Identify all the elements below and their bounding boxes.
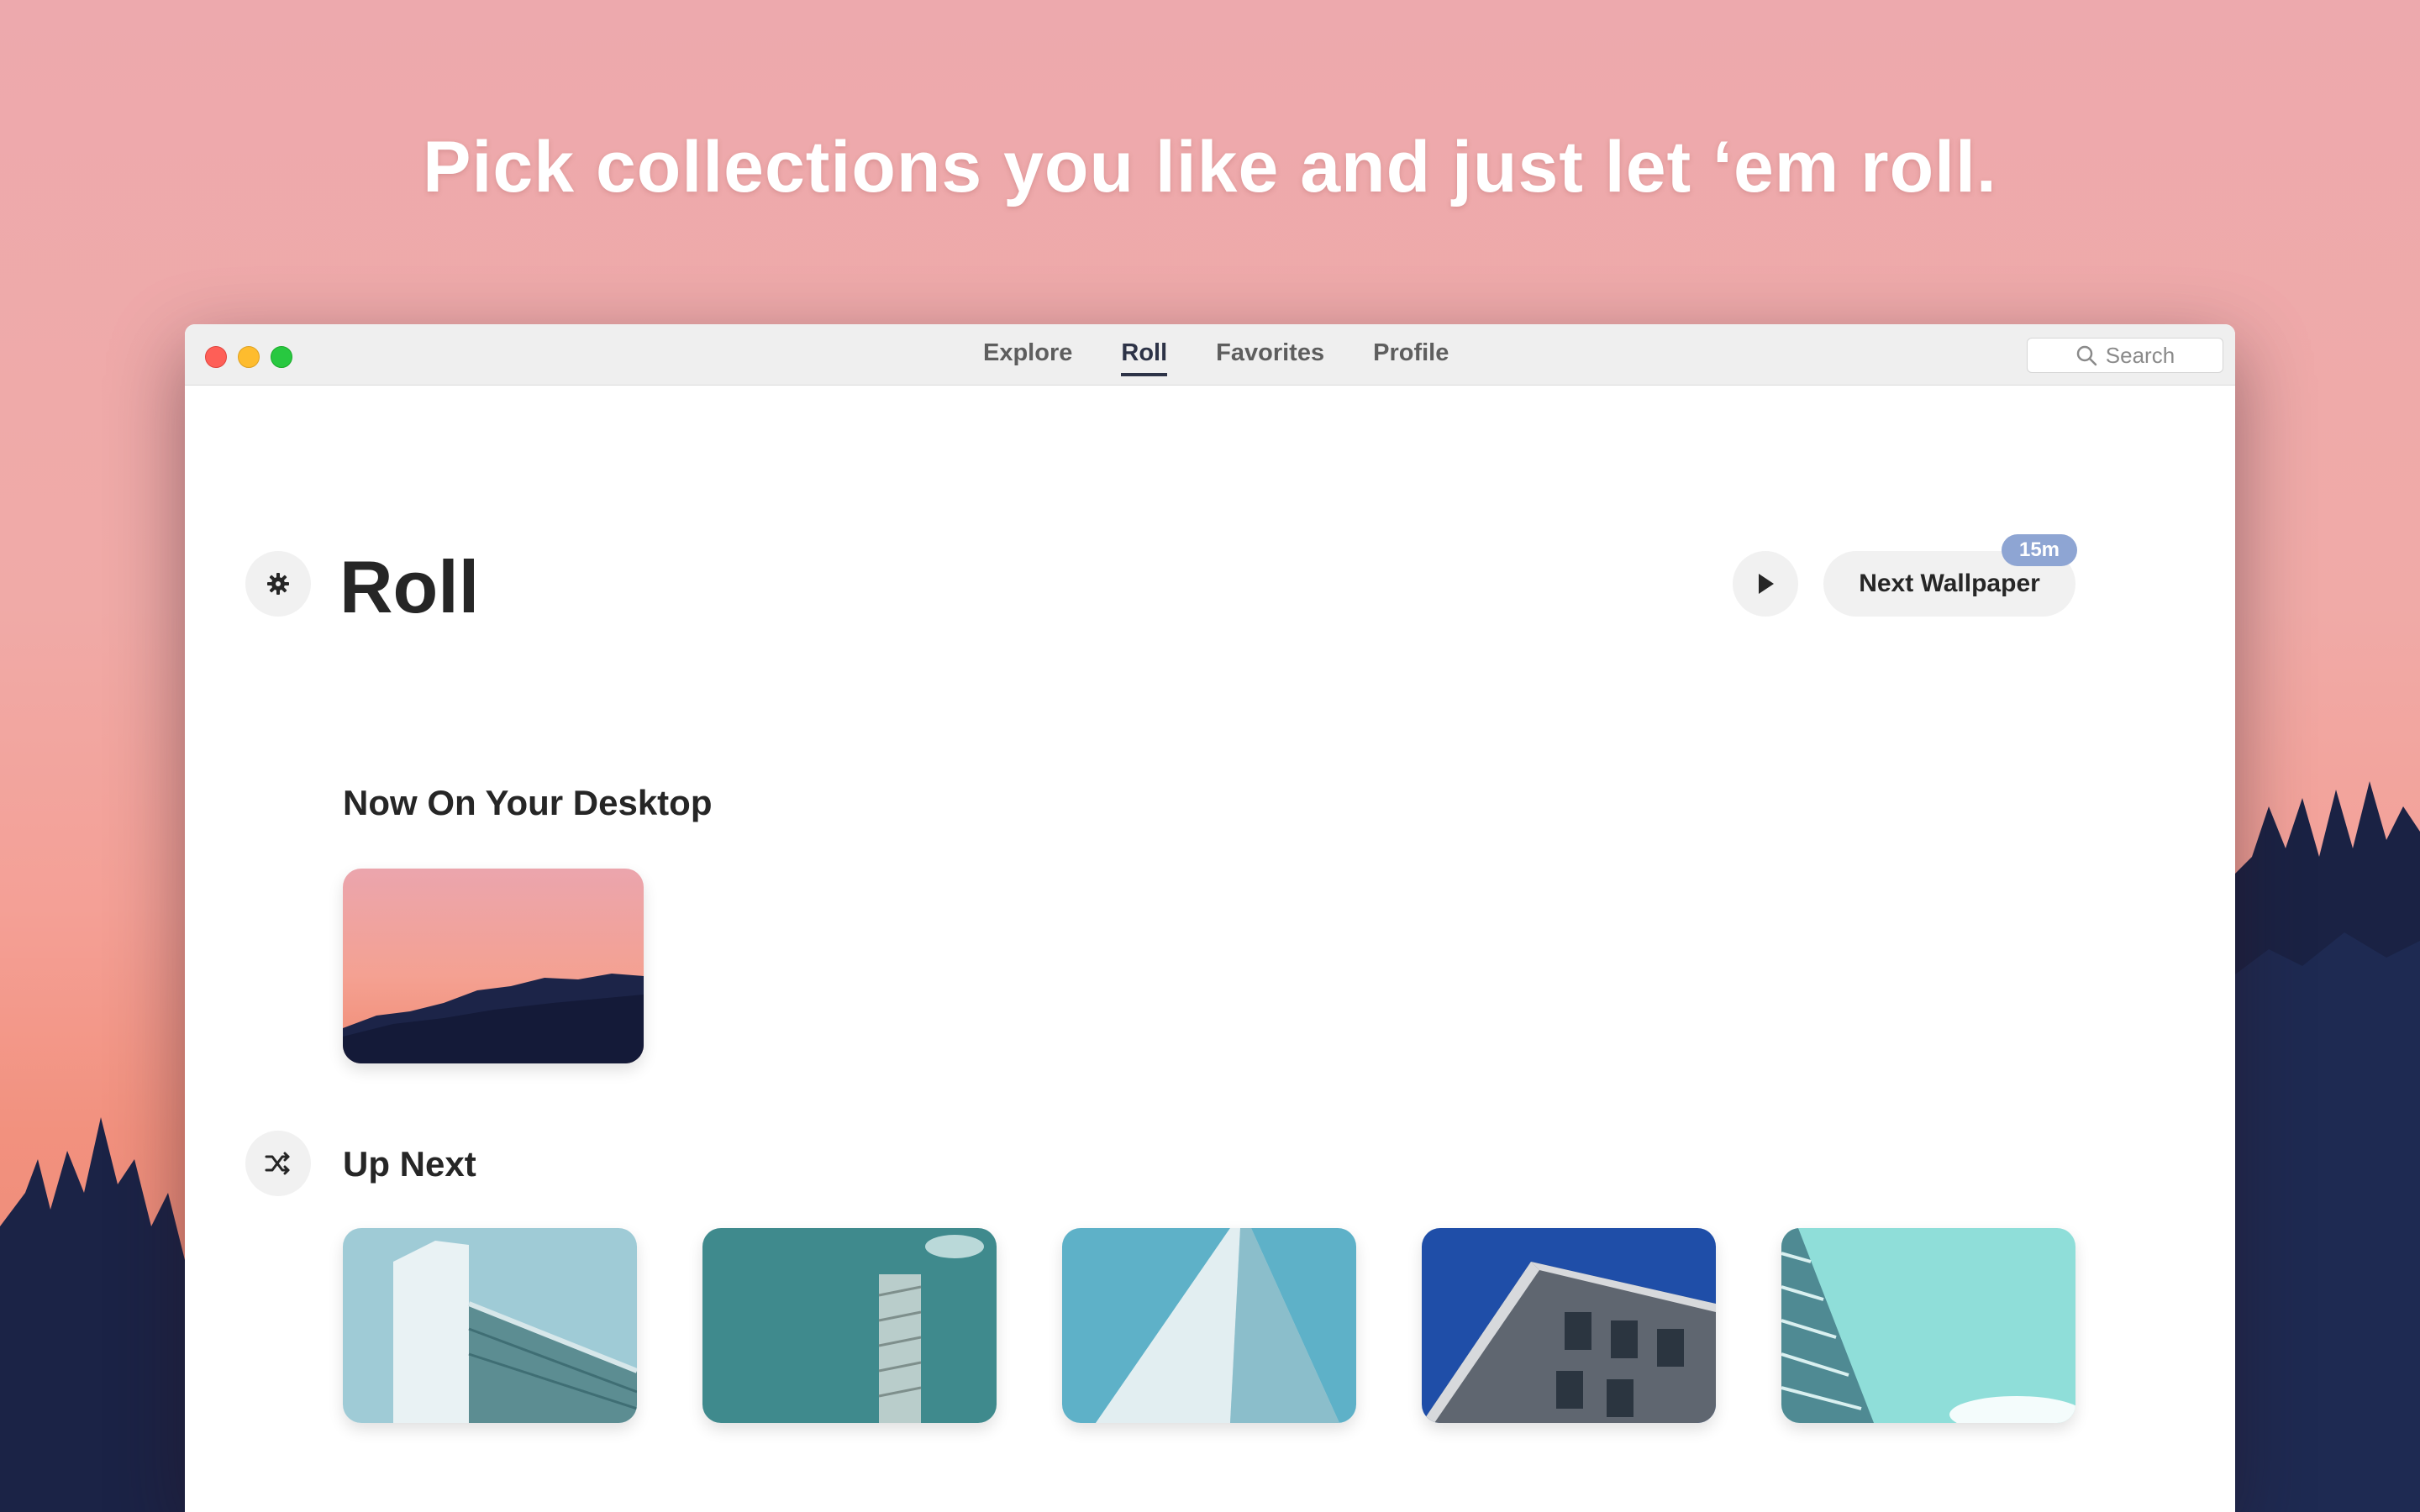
search-placeholder: Search <box>2105 342 2175 368</box>
settings-button[interactable] <box>245 551 311 617</box>
up-next-image-2 <box>702 1228 997 1423</box>
up-next-image-5 <box>1781 1228 2075 1423</box>
up-next-thumbnail-4[interactable] <box>1422 1228 1716 1423</box>
up-next-thumbnail-3[interactable] <box>1062 1228 1356 1423</box>
current-wallpaper-image <box>343 869 644 1063</box>
tab-favorites[interactable]: Favorites <box>1216 339 1324 376</box>
shuffle-button[interactable] <box>245 1131 311 1196</box>
shuffle-icon <box>265 1152 290 1175</box>
title-bar: Explore Roll Favorites Profile Search <box>185 324 2235 386</box>
app-window: Explore Roll Favorites Profile Search Ro… <box>185 324 2235 1512</box>
close-window-button[interactable] <box>205 346 227 368</box>
search-field[interactable]: Search <box>2027 338 2223 373</box>
zoom-window-button[interactable] <box>271 346 292 368</box>
up-next-thumbnail-1[interactable] <box>343 1228 637 1423</box>
tab-explore[interactable]: Explore <box>983 339 1072 376</box>
minimize-window-button[interactable] <box>238 346 260 368</box>
up-next-title: Up Next <box>343 1144 476 1184</box>
up-next-thumbnail-5[interactable] <box>1781 1228 2075 1423</box>
tab-roll[interactable]: Roll <box>1121 339 1168 376</box>
current-wallpaper-thumbnail[interactable] <box>343 869 644 1063</box>
play-button[interactable] <box>1733 551 1798 617</box>
up-next-image-1 <box>343 1228 637 1423</box>
page-title: Roll <box>339 545 480 628</box>
marketing-headline: Pick collections you like and just let ‘… <box>423 127 1997 207</box>
up-next-image-3 <box>1062 1228 1356 1423</box>
now-on-desktop-title: Now On Your Desktop <box>343 783 713 822</box>
interval-badge: 15m <box>2002 534 2077 566</box>
nav-tabs: Explore Roll Favorites Profile <box>983 339 1449 376</box>
up-next-image-4 <box>1422 1228 1716 1423</box>
up-next-thumbnail-2[interactable] <box>702 1228 997 1423</box>
search-icon <box>2076 345 2097 366</box>
play-icon <box>1759 574 1774 594</box>
gear-icon <box>267 573 289 595</box>
tab-profile[interactable]: Profile <box>1373 339 1449 376</box>
